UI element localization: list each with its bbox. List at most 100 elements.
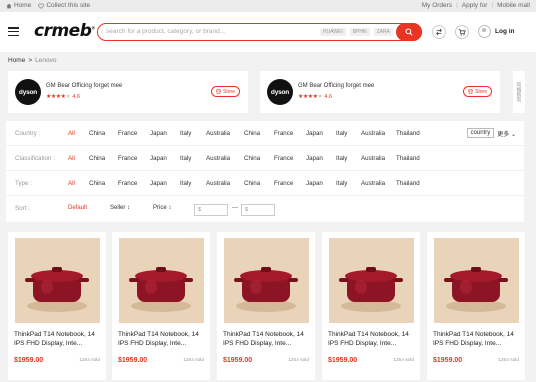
product-card[interactable]: ThinkPad T14 Notebook, 14 IPS FHD Displa… [322, 232, 420, 380]
filter-option[interactable]: All [68, 180, 89, 187]
filter-option[interactable]: Thailand [396, 180, 420, 187]
filter-option[interactable]: Australia [206, 130, 244, 137]
filter-option[interactable]: Italy [336, 130, 361, 137]
search-tag[interactable]: HUAWEI [319, 28, 346, 36]
product-title[interactable]: ThinkPad T14 Notebook, 14 IPS FHD Displa… [433, 330, 521, 348]
filter-option[interactable]: Japan [306, 155, 336, 162]
filter-option[interactable]: Australia [361, 155, 396, 162]
more-button[interactable]: 更多 ⌄ [497, 129, 516, 138]
search-input[interactable]: search for a product, category, or brand… [106, 28, 225, 35]
product-image[interactable] [224, 238, 309, 323]
filter-option[interactable]: Australia [361, 130, 396, 137]
filter-label: Country : [15, 130, 41, 137]
divider: | [456, 2, 458, 9]
store-name: GM Bear Officing forget mee [298, 83, 375, 89]
product-title[interactable]: ThinkPad T14 Notebook, 14 IPS FHD Displa… [118, 330, 206, 348]
filter-option[interactable]: China [244, 155, 274, 162]
search-tag[interactable]: ZARA [373, 28, 393, 36]
home-icon [6, 3, 12, 8]
filter-options: All China France Japan Italy Australia C… [68, 180, 420, 187]
filter-option[interactable]: Italy [336, 180, 361, 187]
product-price: $1959.00 [328, 357, 358, 364]
filter-option[interactable]: China [244, 130, 274, 137]
filter-option[interactable]: France [118, 180, 150, 187]
store-button[interactable]: Store [463, 86, 492, 97]
product-title[interactable]: ThinkPad T14 Notebook, 14 IPS FHD Displa… [223, 330, 311, 348]
product-sold: 1254 sold [79, 358, 100, 363]
filter-label: Classification : [15, 155, 55, 162]
filter-option[interactable]: Australia [361, 180, 396, 187]
product-card[interactable]: ThinkPad T14 Notebook, 14 IPS FHD Displa… [427, 232, 525, 380]
cart-icon[interactable] [455, 25, 469, 39]
sort-price[interactable]: Price ↕ [153, 205, 171, 211]
filter-option[interactable]: China [244, 180, 274, 187]
filter-option[interactable]: Australia [206, 180, 244, 187]
product-card[interactable]: ThinkPad T14 Notebook, 14 IPS FHD Displa… [8, 232, 106, 380]
filter-option[interactable]: China [89, 180, 118, 187]
filter-option[interactable]: Thailand [396, 155, 420, 162]
header: crmeb® search for a product, category, o… [0, 12, 536, 52]
filter-option[interactable]: Japan [150, 155, 180, 162]
rating-stars-icon: ★★★★★ [298, 94, 323, 100]
product-image[interactable] [329, 238, 414, 323]
filter-option[interactable]: France [274, 180, 306, 187]
compare-icon[interactable] [432, 25, 446, 39]
product-sold: 1254 sold [288, 358, 309, 363]
filter-option[interactable]: Japan [306, 180, 336, 187]
rating-stars-icon: ★★★★★ [46, 94, 71, 100]
avatar-icon [478, 25, 491, 38]
filter-option[interactable]: China [89, 130, 118, 137]
store-card[interactable]: dyson GM Bear Officing forget mee ★★★★★ … [8, 71, 248, 113]
price-min-input[interactable]: $ [194, 204, 228, 216]
home-link[interactable]: Home [6, 2, 31, 9]
product-title[interactable]: ThinkPad T14 Notebook, 14 IPS FHD Displa… [328, 330, 416, 348]
filter-option[interactable]: Japan [306, 130, 336, 137]
filter-option[interactable]: China [89, 155, 118, 162]
search-bar[interactable]: search for a product, category, or brand… [97, 23, 422, 41]
filter-option[interactable]: Japan [150, 180, 180, 187]
price-max-input[interactable]: $ [241, 204, 275, 216]
filter-option[interactable]: All [68, 130, 89, 137]
filter-option[interactable]: Italy [180, 180, 206, 187]
filter-option[interactable]: Japan [150, 130, 180, 137]
search-icon [405, 28, 413, 36]
product-image[interactable] [15, 238, 100, 323]
store-card[interactable]: dyson GM Bear Officing forget mee ★★★★★ … [260, 71, 500, 113]
filter-option[interactable]: France [118, 155, 150, 162]
filter-option[interactable]: Australia [206, 155, 244, 162]
menu-icon[interactable] [8, 27, 19, 37]
filter-option[interactable]: Italy [180, 155, 206, 162]
rating-value: 4.6 [72, 93, 81, 100]
apply-for-link[interactable]: Apply for [462, 2, 488, 9]
side-tab[interactable]: 风格新有 [513, 71, 525, 113]
filter-option[interactable]: Thailand [396, 130, 420, 137]
filter-option[interactable]: France [118, 130, 150, 137]
filter-option[interactable]: Italy [180, 130, 206, 137]
mobile-mall-link[interactable]: Mobile mall [497, 2, 530, 9]
product-image[interactable] [434, 238, 519, 323]
sort-seller[interactable]: Seller ↕ [110, 205, 130, 211]
product-card[interactable]: ThinkPad T14 Notebook, 14 IPS FHD Displa… [112, 232, 210, 380]
store-rating: ★★★★★ 4.6 [298, 93, 333, 101]
product-card[interactable]: ThinkPad T14 Notebook, 14 IPS FHD Displa… [217, 232, 315, 380]
filter-option[interactable]: France [274, 130, 306, 137]
breadcrumb-home[interactable]: Home [8, 57, 25, 64]
rating-value: 4.6 [324, 93, 333, 100]
filter-label: Type : [15, 180, 32, 187]
logo[interactable]: crmeb® [34, 21, 95, 41]
product-price: $1959.00 [433, 357, 463, 364]
login-button[interactable]: Log in [478, 25, 515, 38]
collect-link[interactable]: Collect this site [38, 2, 90, 9]
search-tag[interactable]: BPHN [349, 28, 370, 36]
filter-option[interactable]: Italy [336, 155, 361, 162]
sort-default[interactable]: Default [68, 205, 87, 211]
product-price: $1959.00 [14, 357, 44, 364]
product-title[interactable]: ThinkPad T14 Notebook, 14 IPS FHD Displa… [14, 330, 102, 348]
country-select[interactable]: country [466, 128, 495, 138]
search-button[interactable] [396, 23, 422, 41]
store-button[interactable]: Store [211, 86, 240, 97]
filter-option[interactable]: France [274, 155, 306, 162]
my-orders-link[interactable]: My Orders [422, 2, 452, 9]
filter-option[interactable]: All [68, 155, 89, 162]
product-image[interactable] [119, 238, 204, 323]
